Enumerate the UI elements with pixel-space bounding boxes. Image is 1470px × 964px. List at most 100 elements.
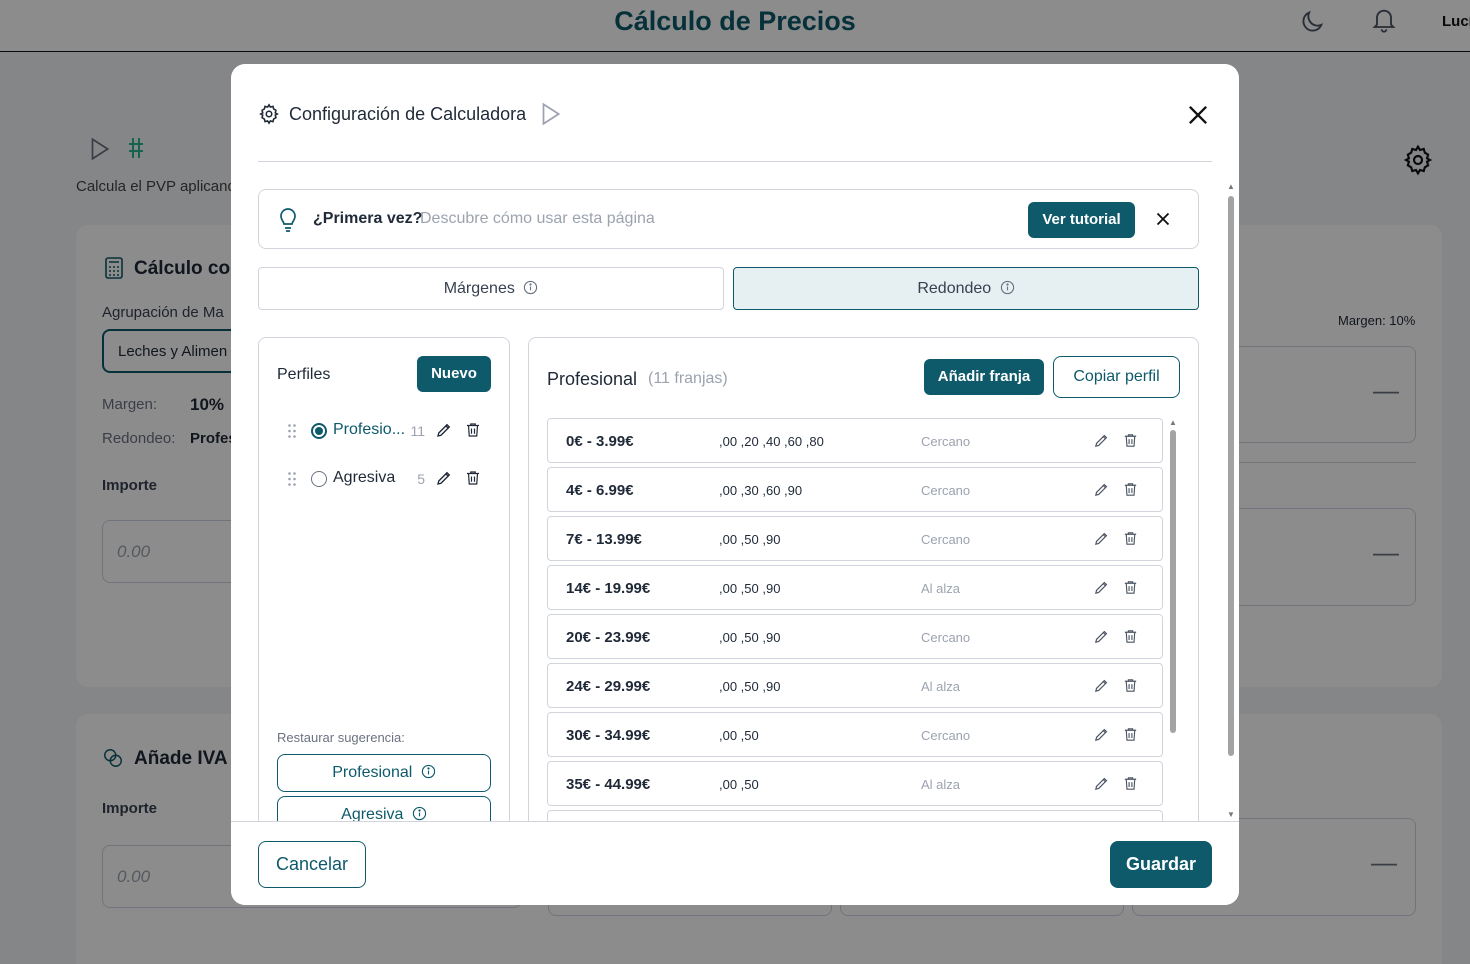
pencil-icon[interactable] [1093, 432, 1110, 449]
tier-range: 20€ - 23.99€ [566, 629, 651, 646]
tier-range: 35€ - 44.99€ [566, 776, 651, 793]
info-icon[interactable] [421, 764, 436, 779]
drag-handle-icon[interactable] [287, 471, 297, 487]
tier-mode: Cercano [921, 532, 971, 547]
dismiss-tip-icon[interactable] [1152, 208, 1174, 230]
pencil-icon[interactable] [1093, 726, 1110, 743]
tier-endings: ,00 ,30 ,60 ,90 [719, 483, 803, 498]
close-icon[interactable] [1184, 101, 1212, 129]
tier-endings: ,00 ,20 ,40 ,60 ,80 [719, 434, 824, 449]
profile-name: Profesio... [333, 421, 406, 438]
play-icon[interactable] [537, 101, 563, 127]
trash-icon[interactable] [1122, 628, 1139, 645]
pencil-icon[interactable] [1093, 481, 1110, 498]
tier-range: 30€ - 34.99€ [566, 727, 651, 744]
new-profile-button[interactable]: Nuevo [417, 356, 491, 392]
tiers-count: (11 franjas) [648, 370, 728, 387]
trash-icon[interactable] [464, 469, 482, 487]
trash-icon[interactable] [1122, 530, 1139, 547]
trash-icon[interactable] [1122, 432, 1139, 449]
pencil-icon[interactable] [1093, 677, 1110, 694]
tier-mode: Cercano [921, 434, 971, 449]
tier-endings: ,00 ,50 ,90 [719, 532, 781, 547]
restore-button-label: Profesional [332, 764, 413, 781]
tier-mode: Al alza [921, 679, 961, 694]
tiers-title: Profesional [547, 369, 638, 389]
tier-row[interactable]: 20€ - 23.99€ ,00 ,50 ,90 Cercano [547, 614, 1163, 659]
pencil-icon[interactable] [1093, 775, 1110, 792]
tier-row[interactable]: 0€ - 3.99€ ,00 ,20 ,40 ,60 ,80 Cercano [547, 418, 1163, 463]
pencil-icon[interactable] [435, 421, 453, 439]
info-icon[interactable] [523, 280, 538, 295]
tiers-scrollbar[interactable]: ▲ [1169, 418, 1177, 828]
tier-mode: Al alza [921, 581, 961, 596]
tier-endings: ,00 ,50 [719, 728, 759, 743]
tier-range: 0€ - 3.99€ [566, 433, 634, 450]
scroll-up-icon[interactable]: ▲ [1227, 182, 1235, 191]
view-tutorial-button[interactable]: Ver tutorial [1028, 202, 1135, 238]
pencil-icon[interactable] [1093, 628, 1110, 645]
tab-label: Redondeo [917, 280, 992, 297]
pencil-icon[interactable] [1093, 530, 1110, 547]
profile-count: 11 [410, 423, 425, 439]
tier-row[interactable]: 30€ - 34.99€ ,00 ,50 Cercano [547, 712, 1163, 757]
restore-label: Restaurar sugerencia: [277, 730, 405, 745]
tier-mode: Al alza [921, 777, 961, 792]
pencil-icon[interactable] [435, 469, 453, 487]
first-time-tip: ¿Primera vez? Descubre cómo usar esta pá… [258, 189, 1199, 249]
tier-mode: Cercano [921, 483, 971, 498]
tip-description: Descubre cómo usar esta página [420, 210, 655, 227]
tiers-panel: Profesional (11 franjas) Añadir franja C… [528, 337, 1199, 837]
tab-redondeo[interactable]: Redondeo [733, 267, 1199, 310]
tier-row[interactable]: 24€ - 29.99€ ,00 ,50 ,90 Al alza [547, 663, 1163, 708]
scrollbar-thumb[interactable] [1170, 430, 1176, 733]
profiles-panel: Perfiles Nuevo Profesio... 11 Agresiva 5… [258, 337, 510, 837]
tier-endings: ,00 ,50 ,90 [719, 679, 781, 694]
pencil-icon[interactable] [1093, 579, 1110, 596]
modal-title: Configuración de Calculadora [289, 104, 527, 124]
tier-range: 4€ - 6.99€ [566, 482, 634, 499]
config-modal: Configuración de Calculadora ▲ ▼ ¿Primer… [231, 64, 1239, 905]
tab-label: Márgenes [443, 280, 515, 297]
tier-range: 24€ - 29.99€ [566, 678, 651, 695]
tier-endings: ,00 ,50 ,90 [719, 630, 781, 645]
drag-handle-icon[interactable] [287, 423, 297, 439]
profiles-heading: Perfiles [277, 366, 331, 383]
info-icon[interactable] [1000, 280, 1015, 295]
tier-range: 7€ - 13.99€ [566, 531, 642, 548]
trash-icon[interactable] [1122, 775, 1139, 792]
trash-icon[interactable] [1122, 677, 1139, 694]
cancel-button[interactable]: Cancelar [258, 841, 366, 888]
tier-endings: ,00 ,50 [719, 777, 759, 792]
tier-row[interactable]: 7€ - 13.99€ ,00 ,50 ,90 Cercano [547, 516, 1163, 561]
modal-scrollbar[interactable]: ▲ ▼ [1227, 182, 1235, 822]
tier-row[interactable]: 35€ - 44.99€ ,00 ,50 Al alza [547, 761, 1163, 806]
info-icon[interactable] [412, 806, 427, 821]
profile-count: 5 [417, 471, 425, 487]
restore-profesional-button[interactable]: Profesional [277, 754, 491, 792]
trash-icon[interactable] [1122, 579, 1139, 596]
copy-profile-button[interactable]: Copiar perfil [1053, 356, 1180, 398]
tip-question: ¿Primera vez? [313, 210, 423, 227]
scrollbar-thumb[interactable] [1228, 196, 1234, 756]
header-divider [258, 161, 1212, 162]
trash-icon[interactable] [1122, 481, 1139, 498]
modal-footer: Cancelar Guardar [231, 821, 1239, 905]
tier-mode: Cercano [921, 630, 971, 645]
profile-radio[interactable] [311, 423, 327, 439]
tier-row[interactable]: 4€ - 6.99€ ,00 ,30 ,60 ,90 Cercano [547, 467, 1163, 512]
profile-item[interactable]: Agresiva 5 [287, 463, 487, 495]
profile-name: Agresiva [333, 469, 396, 486]
tier-range: 14€ - 19.99€ [566, 580, 651, 597]
profile-radio[interactable] [311, 471, 327, 487]
scroll-down-icon[interactable]: ▼ [1227, 810, 1235, 819]
scroll-up-icon[interactable]: ▲ [1169, 418, 1177, 427]
tab-margenes[interactable]: Márgenes [258, 267, 724, 310]
tier-row[interactable]: 14€ - 19.99€ ,00 ,50 ,90 Al alza [547, 565, 1163, 610]
profile-item[interactable]: Profesio... 11 [287, 415, 487, 447]
save-button[interactable]: Guardar [1110, 841, 1212, 888]
trash-icon[interactable] [464, 421, 482, 439]
trash-icon[interactable] [1122, 726, 1139, 743]
add-tier-button[interactable]: Añadir franja [924, 359, 1044, 395]
gear-icon [259, 103, 279, 125]
